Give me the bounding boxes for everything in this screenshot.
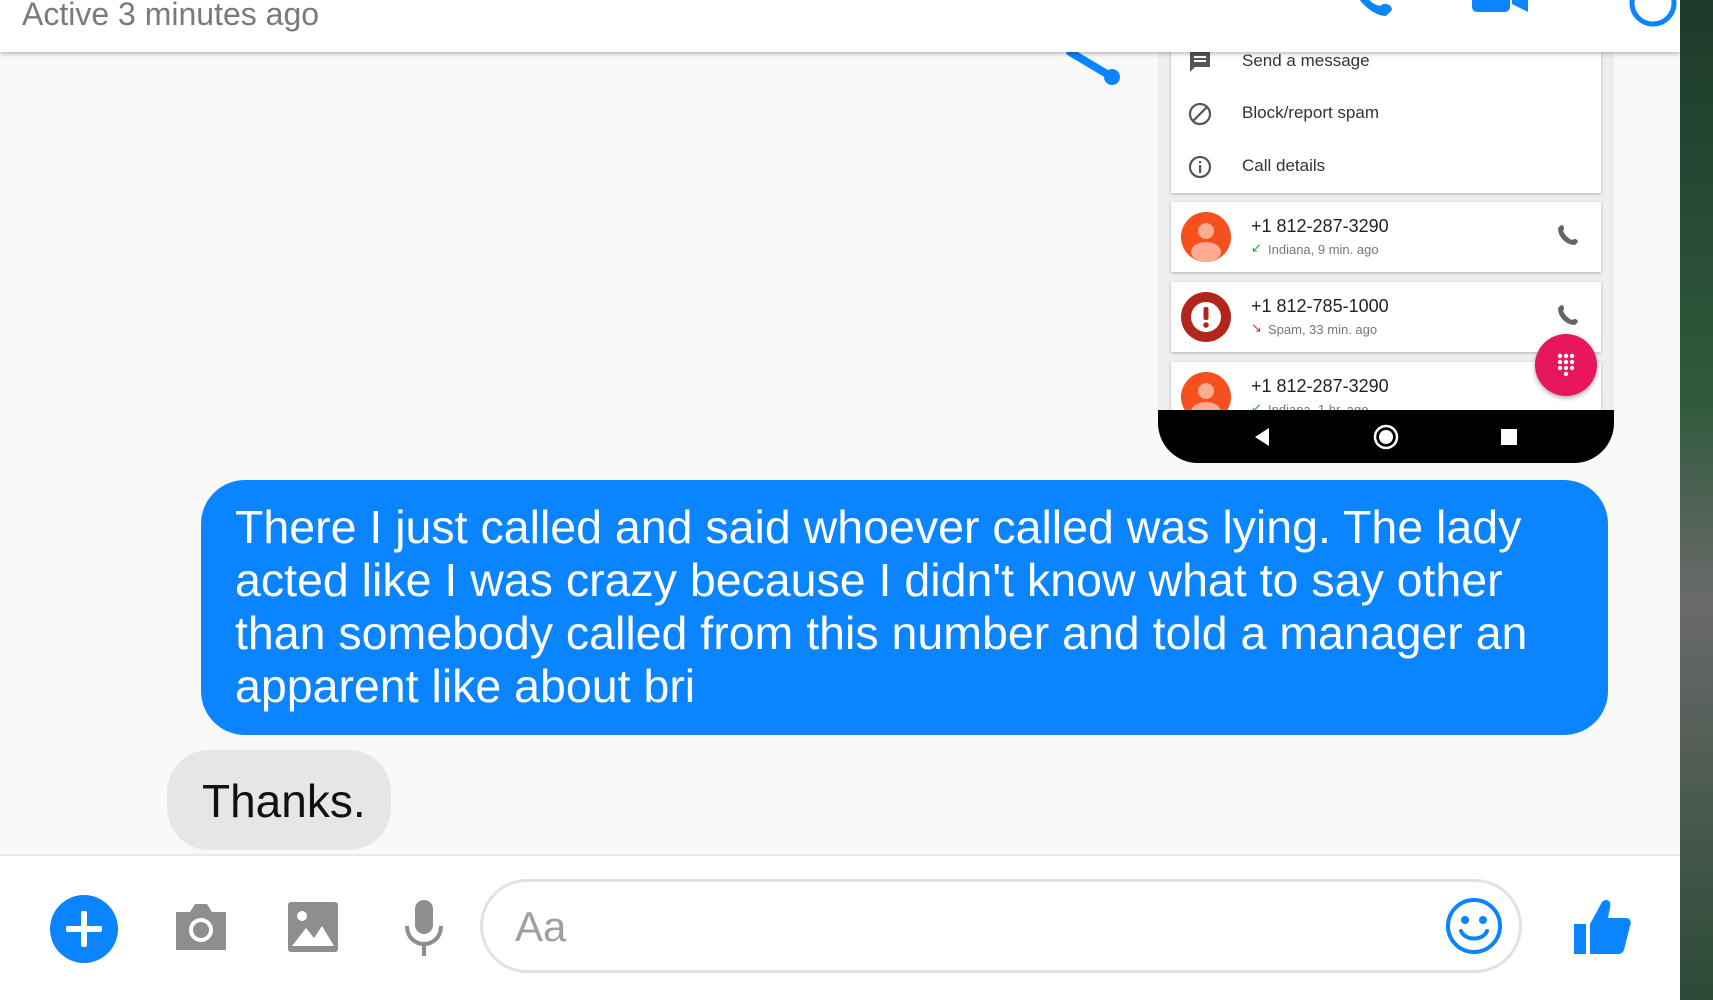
android-nav-bar [1158, 410, 1614, 463]
spam-avatar [1181, 292, 1231, 342]
message-input[interactable] [513, 900, 1417, 954]
emoji-icon[interactable] [1445, 897, 1503, 955]
microphone-icon[interactable] [402, 898, 446, 960]
call-icon[interactable] [1555, 222, 1581, 248]
block-icon [1188, 102, 1212, 126]
home-icon[interactable] [1373, 424, 1399, 450]
background-edge [1680, 0, 1713, 1000]
missed-call-arrow-icon: ↘ [1251, 320, 1262, 335]
add-icon[interactable] [50, 895, 118, 963]
message-composer [0, 854, 1680, 1000]
message-icon [1190, 52, 1210, 72]
conversation-header: Active 3 minutes ago [0, 0, 1680, 52]
active-status: Active 3 minutes ago [22, 0, 320, 32]
person-icon [1191, 223, 1221, 262]
info-icon[interactable] [1628, 0, 1678, 28]
like-icon[interactable] [1572, 896, 1632, 958]
voice-call-icon[interactable] [1352, 0, 1392, 18]
back-icon[interactable] [1255, 428, 1269, 446]
messenger-conversation: Active 3 minutes ago Send a message Bloc… [0, 0, 1680, 1000]
contact-avatar [1181, 212, 1231, 262]
received-message-bubble[interactable]: Thanks. [167, 750, 391, 850]
call-icon[interactable] [1555, 302, 1581, 328]
image-icon[interactable] [286, 900, 340, 954]
menu-call-details[interactable]: Call details [1171, 140, 1601, 192]
info-outline-icon [1188, 155, 1212, 179]
incoming-call-arrow-icon: ↙ [1251, 240, 1262, 255]
attached-phone-screenshot[interactable]: Send a message Block/report spam Call de… [1158, 40, 1614, 463]
video-call-icon[interactable] [1470, 0, 1530, 18]
recents-icon[interactable] [1501, 429, 1517, 445]
dialpad-icon [1557, 353, 1575, 377]
message-input-container[interactable] [480, 879, 1522, 973]
sent-message-bubble[interactable]: There I just called and said whoever cal… [201, 480, 1608, 735]
dialpad-button[interactable] [1535, 334, 1597, 396]
camera-icon[interactable] [172, 900, 230, 954]
call-log-item[interactable]: +1 812-287-3290 ↙ Indiana, 9 min. ago [1171, 202, 1601, 272]
menu-block-report-spam[interactable]: Block/report spam [1171, 87, 1601, 139]
call-options-menu: Send a message Block/report spam Call de… [1171, 40, 1601, 193]
spam-warning-icon [1191, 302, 1221, 332]
